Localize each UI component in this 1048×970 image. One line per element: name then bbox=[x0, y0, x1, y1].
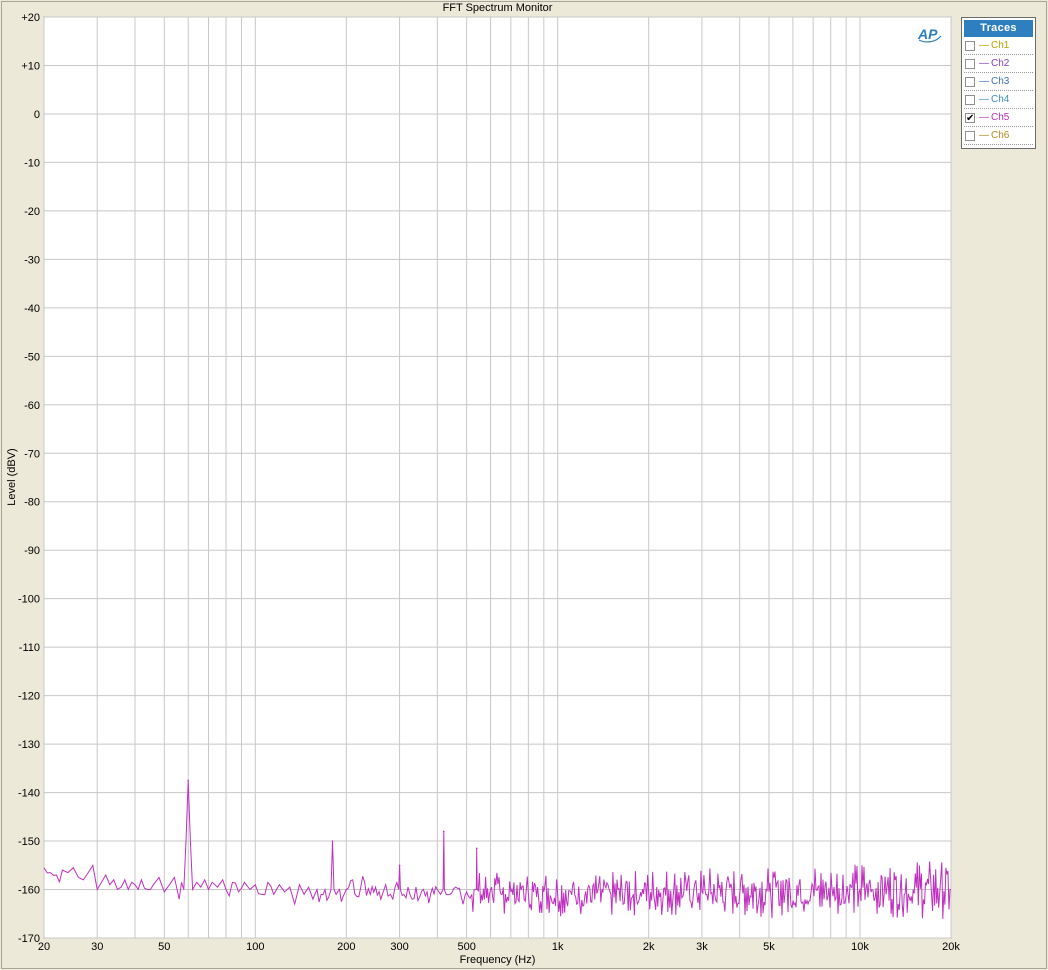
y-tick-label: -80 bbox=[24, 497, 40, 509]
ap-logo-text: AP bbox=[917, 26, 938, 42]
y-tick-label: -130 bbox=[18, 739, 40, 751]
x-tick-label: 50 bbox=[158, 941, 170, 953]
x-tick-labels: 20 30 50 100 200 300 500 1k 2k 3k 5k 10k 20k bbox=[38, 941, 960, 953]
spectrum-plot[interactable]: +20 +10 0 -10 -20 -30 -40 -50 -60 -70 -80 -90 -100 -1… bbox=[0, 0, 1048, 970]
y-tick-label: 0 bbox=[34, 109, 40, 121]
trace-item-ch4[interactable]: — Ch4 bbox=[964, 91, 1033, 109]
trace-item-ch2[interactable]: — Ch2 bbox=[964, 55, 1033, 73]
peak-point bbox=[398, 864, 401, 867]
trace-item-ch5[interactable]: ✔ — Ch5 bbox=[964, 109, 1033, 127]
trace-line-swatch: — bbox=[979, 76, 989, 87]
trace-line-swatch: — bbox=[979, 94, 989, 105]
trace-checkbox[interactable] bbox=[965, 40, 975, 51]
peak-point bbox=[475, 847, 478, 850]
peak-point bbox=[331, 840, 334, 842]
plot-area bbox=[43, 16, 952, 939]
y-tick-label: -110 bbox=[19, 642, 40, 654]
x-tick-label: 3k bbox=[696, 941, 708, 953]
y-tick-label: +10 bbox=[21, 60, 40, 72]
trace-checkbox[interactable] bbox=[965, 94, 975, 105]
y-tick-label: -140 bbox=[18, 788, 40, 800]
trace-checkbox[interactable] bbox=[965, 58, 975, 69]
y-tick-label: -100 bbox=[18, 594, 40, 606]
x-axis-label: Frequency (Hz) bbox=[459, 954, 536, 966]
trace-list: — Ch1— Ch2— Ch3— Ch4 ✔ — Ch5— Ch6 bbox=[962, 37, 1035, 145]
y-tick-label: -160 bbox=[18, 885, 40, 897]
trace-item-ch1[interactable]: — Ch1 bbox=[964, 37, 1033, 55]
y-tick-label: -20 bbox=[24, 206, 40, 218]
trace-checkbox[interactable]: ✔ bbox=[965, 112, 975, 123]
trace-label: Ch4 bbox=[991, 94, 1010, 105]
x-tick-label: 2k bbox=[643, 941, 655, 953]
y-tick-label: -170 bbox=[18, 933, 40, 945]
y-tick-label: -30 bbox=[24, 254, 40, 266]
peak-point bbox=[442, 830, 445, 833]
trace-label: Ch6 bbox=[991, 130, 1010, 141]
trace-item-ch6[interactable]: — Ch6 bbox=[964, 127, 1033, 145]
peak-point bbox=[187, 779, 190, 782]
y-tick-label: +20 bbox=[21, 12, 40, 24]
x-tick-label: 100 bbox=[246, 941, 264, 953]
trace-label: Ch5 bbox=[991, 112, 1010, 123]
trace-line-swatch: — bbox=[979, 58, 989, 69]
y-tick-label: -120 bbox=[18, 691, 40, 703]
trace-checkbox[interactable] bbox=[965, 76, 975, 87]
traces-header: Traces bbox=[964, 20, 1033, 37]
y-tick-label: -60 bbox=[24, 400, 40, 412]
x-tick-label: 5k bbox=[763, 941, 775, 953]
trace-label: Ch2 bbox=[991, 58, 1010, 69]
traces-panel: Traces — Ch1— Ch2— Ch3— Ch4 ✔ — Ch5— Ch6 bbox=[961, 17, 1036, 149]
y-tick-label: -40 bbox=[24, 303, 40, 315]
y-axis-label: Level (dBV) bbox=[6, 448, 18, 506]
trace-checkbox[interactable] bbox=[965, 130, 975, 141]
x-tick-label: 10k bbox=[851, 941, 869, 953]
trace-line-swatch: — bbox=[979, 130, 989, 141]
y-tick-label: -90 bbox=[24, 545, 40, 557]
x-tick-label: 20k bbox=[942, 941, 960, 953]
trace-line-swatch: — bbox=[979, 112, 989, 123]
x-tick-label: 200 bbox=[337, 941, 355, 953]
y-tick-label: -50 bbox=[24, 351, 40, 363]
trace-label: Ch1 bbox=[991, 40, 1010, 51]
x-tick-label: 1k bbox=[552, 941, 564, 953]
trace-item-ch3[interactable]: — Ch3 bbox=[964, 73, 1033, 91]
y-tick-label: -150 bbox=[18, 836, 40, 848]
trace-line-swatch: — bbox=[979, 40, 989, 51]
x-tick-label: 300 bbox=[390, 941, 408, 953]
x-tick-label: 20 bbox=[38, 941, 50, 953]
x-tick-label: 500 bbox=[457, 941, 475, 953]
trace-label: Ch3 bbox=[991, 76, 1010, 87]
y-tick-label: -70 bbox=[24, 448, 40, 460]
x-tick-label: 30 bbox=[91, 941, 103, 953]
y-tick-labels: +20 +10 0 -10 -20 -30 -40 -50 -60 -70 -80 -90 -100 -1… bbox=[18, 12, 40, 945]
y-tick-label: -10 bbox=[24, 157, 40, 169]
ap-logo-icon: AP bbox=[917, 26, 942, 43]
